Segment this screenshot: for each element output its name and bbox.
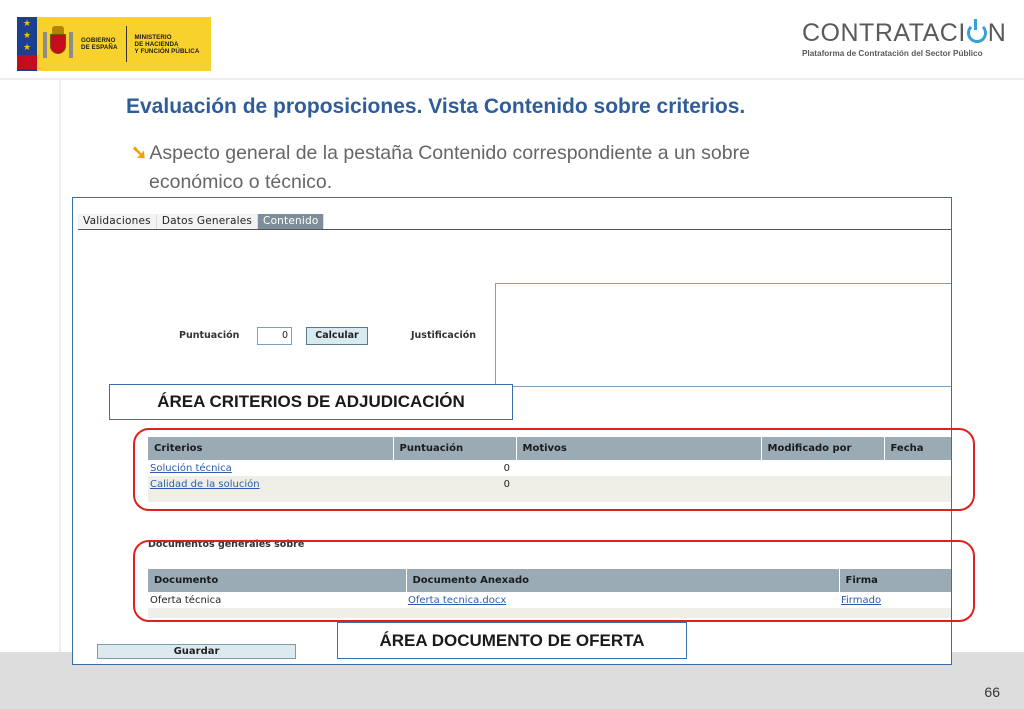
document-area-callout: ÁREA DOCUMENTO DE OFERTA <box>337 622 687 659</box>
tab-validaciones[interactable]: Validaciones <box>78 214 157 229</box>
save-button[interactable]: Guardar <box>97 644 296 659</box>
government-logo: ★ ★ ★ GOBIERNO DE ESPAÑA MINISTERIO DE HAC… <box>17 17 211 71</box>
brand-name: CONTRATACI N <box>802 19 1007 47</box>
slide-title: Evaluación de proposiciones. Vista Conte… <box>126 95 746 118</box>
tab-contenido[interactable]: Contenido <box>258 214 325 229</box>
documents-highlight <box>133 540 975 622</box>
score-input[interactable]: 0 <box>257 327 292 345</box>
contratacion-logo: CONTRATACI N Plataforma de Contratación d… <box>802 19 1014 58</box>
tab-datos-generales[interactable]: Datos Generales <box>156 214 259 229</box>
page-number: 66 <box>984 684 1000 700</box>
tab-bar: Validaciones Datos Generales Contenido <box>78 214 325 229</box>
coat-of-arms-icon <box>43 24 73 64</box>
gov-text-1: GOBIERNO DE ESPAÑA <box>81 37 118 51</box>
score-label: Puntuación <box>179 330 240 341</box>
tab-divider <box>78 229 951 230</box>
criteria-area-callout: ÁREA CRITERIOS DE ADJUDICACIÓN <box>109 384 513 420</box>
gov-text-2: MINISTERIO DE HACIENDA Y FUNCIÓN PÚBLICA <box>134 33 200 55</box>
calculate-button[interactable]: Calcular <box>306 327 368 345</box>
justification-label: Justificación <box>411 330 477 341</box>
bullet-arrow-icon: ➘ <box>131 142 148 164</box>
slide-bullet: ➘ Aspecto general de la pestaña Contenido… <box>131 142 750 193</box>
brand-subtitle: Plataforma de Contratación del Sector Pú… <box>802 49 983 58</box>
government-banner: GOBIERNO DE ESPAÑA MINISTERIO DE HACIEND… <box>37 17 211 71</box>
justification-textarea[interactable] <box>495 283 951 387</box>
side-divider <box>59 80 61 652</box>
power-icon <box>966 19 987 43</box>
eu-flag-strip: ★ ★ ★ <box>17 17 37 71</box>
criteria-highlight <box>133 428 975 511</box>
header-divider <box>0 78 1024 80</box>
